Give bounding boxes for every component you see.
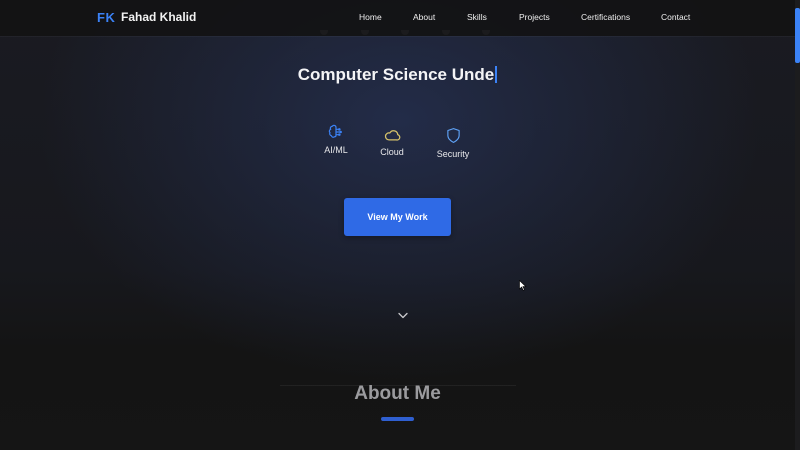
typing-caret	[495, 66, 498, 83]
mouse-pointer-icon	[519, 278, 527, 296]
nav-link-skills[interactable]: Skills	[467, 12, 487, 22]
portfolio-page: FK Fahad Khalid Home About Skills Projec…	[0, 0, 800, 450]
hero-typed-title: Computer Science Unde	[0, 65, 795, 85]
nav-link-home[interactable]: Home	[359, 12, 382, 22]
nav-links: Home About Skills Projects Certification…	[0, 12, 795, 26]
chevron-down-icon[interactable]	[398, 306, 408, 324]
interest-cloud: Cloud	[357, 128, 427, 157]
scrollbar-thumb[interactable]	[795, 8, 800, 63]
shield-icon	[446, 128, 460, 143]
cloud-icon	[384, 130, 400, 141]
about-section-title: About Me	[354, 383, 441, 404]
interest-label: AI/ML	[324, 145, 348, 155]
scroll-down-arrow-icon[interactable]	[795, 443, 800, 449]
page-scrollbar[interactable]	[795, 0, 800, 450]
typed-text: Computer Science Unde	[297, 65, 495, 84]
brain-icon	[328, 124, 342, 138]
nav-link-certifications[interactable]: Certifications	[581, 12, 630, 22]
interest-security: Security	[418, 127, 488, 159]
interest-label: Security	[436, 149, 470, 159]
top-navbar: FK Fahad Khalid Home About Skills Projec…	[0, 0, 795, 36]
scroll-up-arrow-icon[interactable]	[795, 1, 800, 13]
nav-link-contact[interactable]: Contact	[661, 12, 690, 22]
title-underline	[381, 417, 414, 421]
interest-label: Cloud	[380, 147, 404, 157]
nav-link-projects[interactable]: Projects	[519, 12, 550, 22]
view-my-work-button[interactable]: View My Work	[344, 198, 451, 236]
nav-link-about[interactable]: About	[413, 12, 435, 22]
